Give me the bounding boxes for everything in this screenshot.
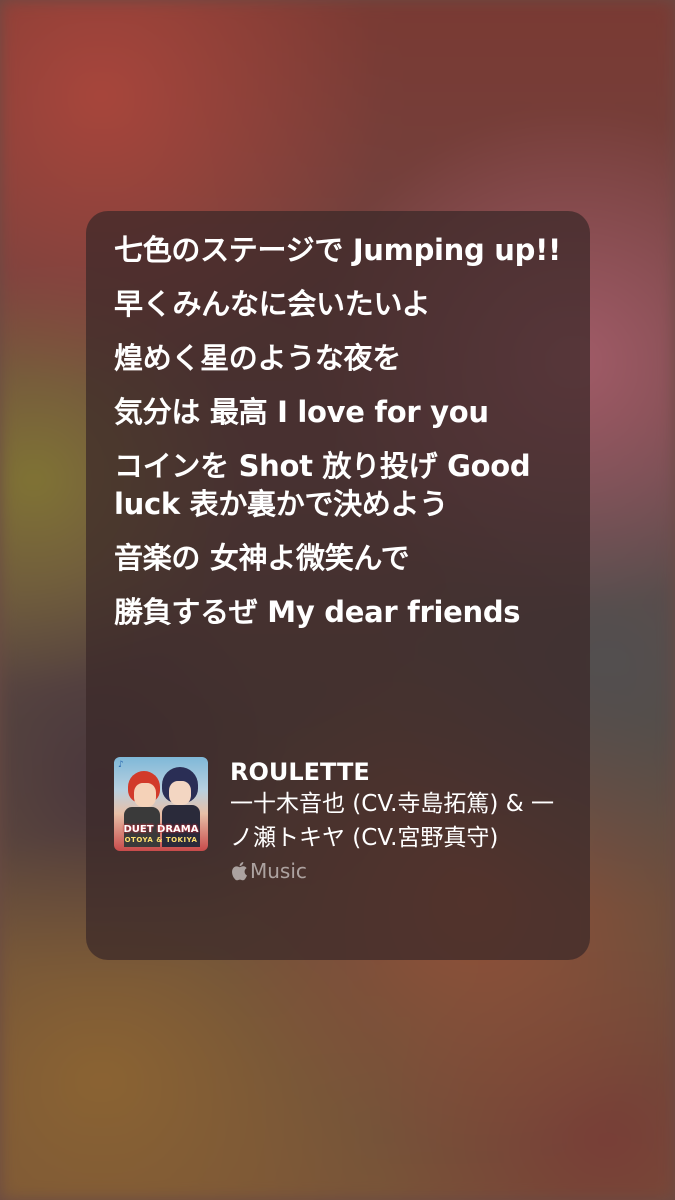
lyric-line: コインを Shot 放り投げ Good luck 表か裏かで決めよう: [114, 449, 531, 521]
lyric-line: 早くみんなに会いたいよ: [114, 287, 431, 321]
apple-music-badge[interactable]: Music: [230, 859, 570, 883]
album-artwork[interactable]: ♪ DUET DRAMA OTOYA & TOKIYA: [114, 757, 208, 851]
lyrics-share-card: 七色のステージで Jumping up!! 早くみんなに会いたいよ 煌めく星のよ…: [86, 211, 590, 960]
artwork-figure-face: [134, 783, 156, 807]
lyric-line: 気分は 最高 I love for you: [114, 395, 489, 429]
apple-logo-icon: [232, 862, 247, 881]
lyrics-list: 七色のステージで Jumping up!! 早くみんなに会いたいよ 煌めく星のよ…: [114, 231, 562, 631]
lyric-line: 七色のステージで Jumping up!!: [114, 233, 561, 267]
service-label: Music: [250, 859, 307, 883]
artwork-title: DUET DRAMA: [123, 824, 199, 835]
track-info-row[interactable]: ♪ DUET DRAMA OTOYA & TOKIYA ROULETTE 一十木…: [114, 757, 570, 883]
lyric-line: 煌めく星のような夜を: [114, 341, 402, 375]
artwork-figure-face: [169, 781, 191, 805]
lyric-line: 音楽の 女神よ微笑んで: [114, 541, 410, 575]
artwork-subtitle: OTOYA & TOKIYA: [124, 836, 198, 844]
track-title: ROULETTE: [230, 758, 370, 786]
lyric-line: 勝負するぜ My dear friends: [114, 595, 521, 629]
artwork-logo: ♪: [118, 760, 124, 770]
track-text: ROULETTE 一十木音也 (CV.寺島拓篤) & 一ノ瀬トキヤ (CV.宮野…: [230, 757, 570, 883]
track-artist: 一十木音也 (CV.寺島拓篤) & 一ノ瀬トキヤ (CV.宮野真守): [230, 791, 554, 851]
